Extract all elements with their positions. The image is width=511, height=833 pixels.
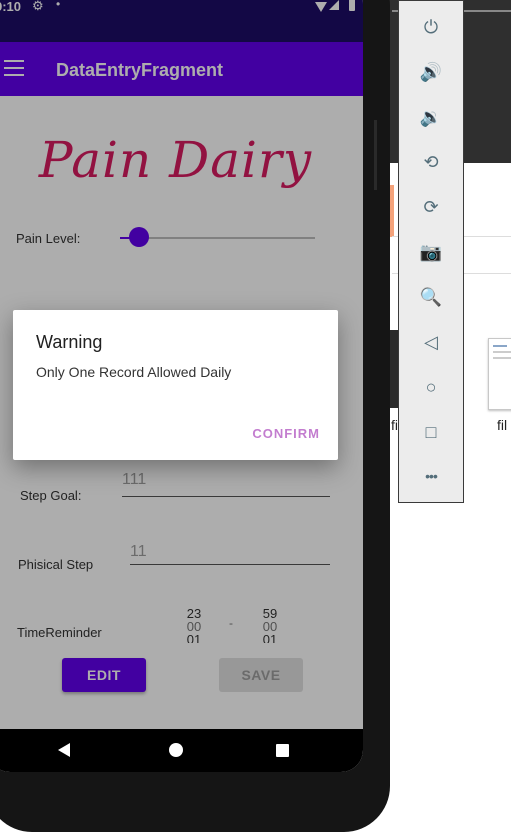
rotate-left-icon[interactable]: ⟲ <box>418 149 444 175</box>
volume-up-icon[interactable]: 🔊 <box>418 59 444 85</box>
volume-down-icon[interactable]: 🔉 <box>418 104 444 130</box>
power-icon[interactable]: ⏻ <box>418 14 444 40</box>
zoom-icon[interactable]: 🔍 <box>418 284 444 310</box>
dialog-title: Warning <box>36 332 103 352</box>
desktop-file-label[interactable]: fil <box>497 417 507 433</box>
dialog-message: Only One Record Allowed Daily <box>36 364 232 380</box>
emulator-toolbar: ⏻ 🔊 🔉 ⟲ ⟳ 📷 🔍 ◁ ○ □ ••• <box>398 0 464 503</box>
desktop-file-label[interactable]: fi <box>391 417 398 433</box>
desktop-file-thumbnail[interactable] <box>488 338 511 410</box>
home-circle-icon[interactable] <box>169 743 183 757</box>
back-triangle-icon[interactable] <box>58 743 70 757</box>
more-icon[interactable]: ••• <box>418 463 444 489</box>
warning-dialog: Warning Only One Record Allowed Daily CO… <box>13 310 338 460</box>
home-icon[interactable]: ○ <box>418 374 444 400</box>
recents-square-icon[interactable] <box>276 744 289 757</box>
device-screen: 9:10 ⚙ • DataEntryFragment Pain Dairy Pa… <box>0 0 363 772</box>
phone-frame: 9:10 ⚙ • DataEntryFragment Pain Dairy Pa… <box>0 0 390 832</box>
navigation-bar <box>0 729 363 772</box>
overview-icon[interactable]: □ <box>418 419 444 445</box>
camera-icon[interactable]: 📷 <box>418 239 444 265</box>
rotate-right-icon[interactable]: ⟳ <box>418 194 444 220</box>
side-button <box>374 120 377 190</box>
back-icon[interactable]: ◁ <box>418 329 444 355</box>
confirm-button[interactable]: CONFIRM <box>252 426 320 441</box>
